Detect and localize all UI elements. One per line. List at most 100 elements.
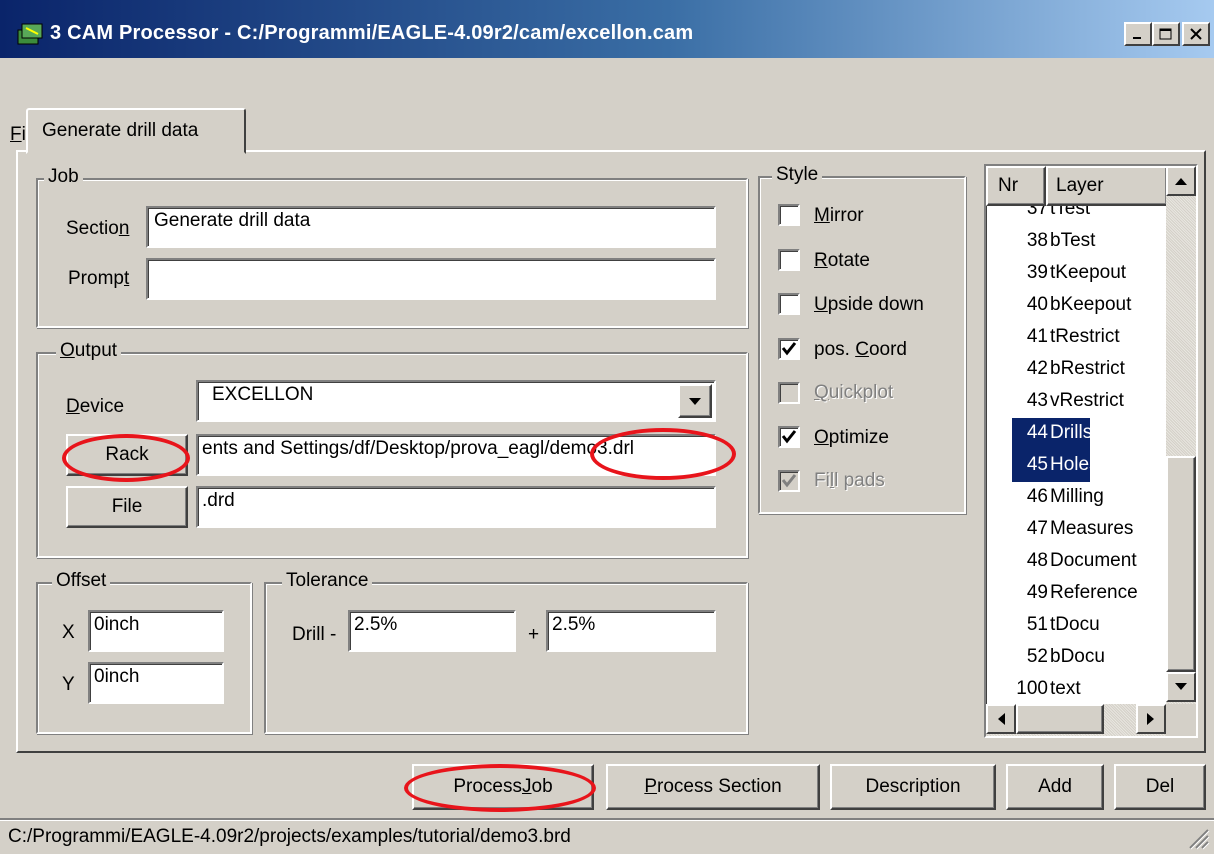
optimize-checkbox[interactable] <box>778 426 800 448</box>
mirror-checkbox[interactable] <box>778 204 800 226</box>
layer-number: 49 <box>1026 582 1048 603</box>
prompt-label: Prompt <box>68 268 130 289</box>
layer-row[interactable]: 47 Measures <box>986 514 1168 546</box>
vertical-scroll-thumb[interactable] <box>1166 456 1196 672</box>
app-icon <box>17 23 43 45</box>
resize-grip-icon[interactable] <box>1186 826 1210 850</box>
tolerance-group <box>264 582 748 734</box>
layer-number: 100 <box>1016 678 1048 699</box>
optimize-label: Optimize <box>814 427 889 448</box>
layer-name: vRestrict <box>1050 390 1124 411</box>
layer-row[interactable]: 100 text <box>986 674 1168 706</box>
tolerance-group-label: Tolerance <box>282 570 373 592</box>
layer-row[interactable]: 51 tDocu <box>986 610 1168 642</box>
job-group-label: Job <box>44 166 83 188</box>
rack-input[interactable]: ents and Settings/df/Desktop/prova_eagl/… <box>196 434 716 476</box>
output-group-label: Output <box>56 340 122 362</box>
section-label: Section <box>66 218 130 239</box>
quickplot-label: Quickplot <box>814 382 894 403</box>
layer-row[interactable]: 37 tTest <box>986 206 1168 226</box>
process-section-button[interactable]: Process Section <box>606 764 820 810</box>
layer-row[interactable]: 38 bTest <box>986 226 1168 258</box>
pos-coord-label: pos. Coord <box>814 339 907 360</box>
del-button[interactable]: Del <box>1114 764 1206 810</box>
fill-pads-label: Fill pads <box>814 470 885 491</box>
minimize-button[interactable] <box>1124 22 1152 46</box>
device-select[interactable]: EXCELLON <box>196 380 716 422</box>
layer-row[interactable]: 49 Reference <box>986 578 1168 610</box>
device-dropdown-button[interactable] <box>678 384 712 418</box>
layer-row[interactable]: 45 Holes <box>986 450 1168 482</box>
layer-name: Measures <box>1050 518 1134 539</box>
close-icon <box>1190 28 1202 40</box>
process-job-button[interactable]: Process Job <box>412 764 594 810</box>
layer-row[interactable]: 41 tRestrict <box>986 322 1168 354</box>
file-button[interactable]: File <box>66 486 188 528</box>
layer-name: bTest <box>1050 230 1096 251</box>
layer-name: bDocu <box>1050 646 1105 667</box>
minimize-icon <box>1133 37 1141 39</box>
scroll-up-button[interactable] <box>1166 166 1196 196</box>
style-group-label: Style <box>772 164 823 186</box>
scroll-corner <box>1166 704 1196 736</box>
layer-name: Reference <box>1050 582 1138 603</box>
chevron-right-icon <box>1147 713 1154 725</box>
add-button[interactable]: Add <box>1006 764 1104 810</box>
offset-group <box>36 582 252 734</box>
tolerance-minus-input[interactable]: 2.5% <box>348 610 516 652</box>
layer-number: 37 <box>1026 206 1048 219</box>
scroll-right-button[interactable] <box>1136 704 1166 734</box>
layer-list[interactable]: Nr Layer 37 tTest 38 bTest 39 tKeepout 40 bKeep… <box>984 164 1198 738</box>
layer-number: 51 <box>1026 614 1048 635</box>
layer-row[interactable]: 48 Document <box>986 546 1168 578</box>
layer-number: 39 <box>1026 262 1048 283</box>
chevron-down-icon <box>1175 683 1187 690</box>
layer-name: bKeepout <box>1050 294 1132 315</box>
rack-button[interactable]: Rack <box>66 434 188 476</box>
column-header-layer[interactable]: Layer <box>1046 166 1168 206</box>
layer-number: 40 <box>1026 294 1048 315</box>
file-input[interactable]: .drd <box>196 486 716 528</box>
section-input[interactable]: Generate drill data <box>146 206 716 248</box>
drill-minus-label: Drill - <box>292 624 337 645</box>
tab-generate-drill-data[interactable]: Generate drill data <box>26 108 246 154</box>
scroll-left-button[interactable] <box>986 704 1016 734</box>
layer-number: 48 <box>1026 550 1048 571</box>
layer-number: 47 <box>1026 518 1048 539</box>
scroll-down-button[interactable] <box>1166 672 1196 702</box>
fill-pads-checkbox <box>778 470 800 492</box>
layer-row[interactable]: 42 bRestrict <box>986 354 1168 386</box>
checkmark-icon <box>781 474 797 488</box>
maximize-icon <box>1159 28 1172 40</box>
column-header-nr[interactable]: Nr <box>986 166 1046 206</box>
tolerance-plus-input[interactable]: 2.5% <box>546 610 716 652</box>
layer-row[interactable]: 43 vRestrict <box>986 386 1168 418</box>
layer-name: Document <box>1050 550 1137 571</box>
description-button[interactable]: Description <box>830 764 996 810</box>
prompt-input[interactable] <box>146 258 716 300</box>
menu-bar: File Layer Window Help <box>0 58 1214 145</box>
layer-number: 45 <box>1026 454 1048 475</box>
upside-down-checkbox[interactable] <box>778 293 800 315</box>
layer-row[interactable]: 40 bKeepout <box>986 290 1168 322</box>
layer-number: 42 <box>1026 358 1048 379</box>
close-button[interactable] <box>1182 22 1210 46</box>
layer-row[interactable]: 52 bDocu <box>986 642 1168 674</box>
job-group <box>36 178 748 328</box>
layer-name: tDocu <box>1050 614 1100 635</box>
chevron-up-icon <box>1175 178 1187 185</box>
quickplot-checkbox <box>778 382 800 404</box>
pos-coord-checkbox[interactable] <box>778 338 800 360</box>
layer-row[interactable]: 39 tKeepout <box>986 258 1168 290</box>
maximize-button[interactable] <box>1152 22 1180 46</box>
horizontal-scroll-thumb[interactable] <box>1016 704 1104 734</box>
layer-number: 38 <box>1026 230 1048 251</box>
layer-row[interactable]: 44 Drills <box>986 418 1168 450</box>
offset-x-input[interactable]: 0inch <box>88 610 224 652</box>
layer-row[interactable]: 46 Milling <box>986 482 1168 514</box>
offset-y-input[interactable]: 0inch <box>88 662 224 704</box>
device-label: Device <box>66 396 125 417</box>
rotate-checkbox[interactable] <box>778 249 800 271</box>
layer-number: 52 <box>1026 646 1048 667</box>
layer-name: tTest <box>1050 206 1091 219</box>
